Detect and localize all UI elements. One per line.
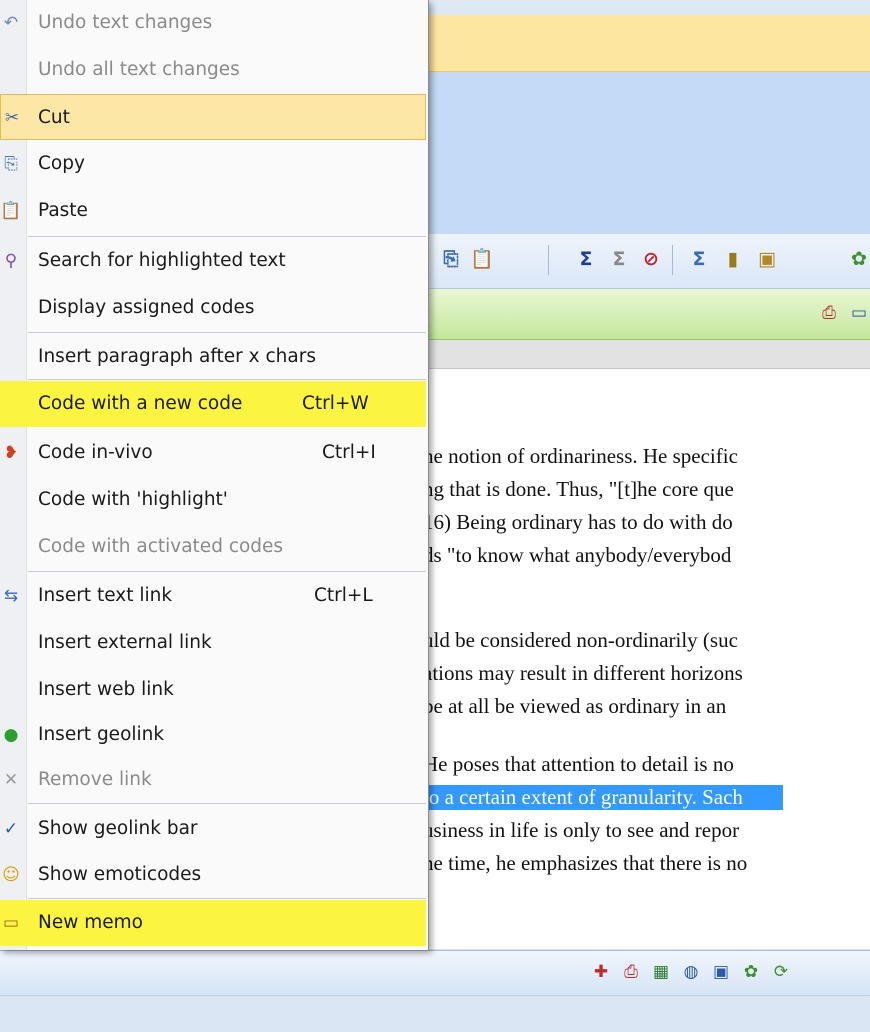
- menu-item-label: Show emoticodes: [38, 864, 202, 885]
- menu-item-label: Remove link: [38, 769, 152, 790]
- menu-item-insert-web-link[interactable]: Insert web link: [0, 667, 426, 713]
- export-icon[interactable]: ▭: [848, 302, 870, 324]
- menu-item-label: Copy: [38, 153, 85, 174]
- undo-icon: ↶: [3, 13, 19, 33]
- document-line: usiness in life is only to see and repor: [423, 818, 740, 842]
- menu-separator: [28, 236, 426, 237]
- selected-text-line: to a certain extent of granularity. Sach: [423, 785, 783, 810]
- menu-item-label: Show geolink bar: [38, 818, 198, 839]
- menu-item-label: Code with activated codes: [38, 536, 284, 557]
- menu-item-code-in-vivo[interactable]: ❥ Code in-vivo Ctrl+I: [0, 430, 426, 476]
- menu-separator: [28, 332, 426, 333]
- menu-item-insert-external-link[interactable]: Insert external link: [0, 620, 426, 666]
- status-bar: [0, 995, 870, 1032]
- cross-icon[interactable]: ✚: [590, 961, 612, 983]
- document-line: he notion of ordinariness. He specific: [423, 444, 738, 468]
- paste-toolbar-icon[interactable]: 📋: [470, 248, 494, 270]
- tag-icon[interactable]: ✿: [848, 248, 870, 270]
- code-list-icon[interactable]: Σ: [608, 248, 630, 270]
- menu-item-label: Undo text changes: [38, 12, 213, 33]
- tag-icon[interactable]: ✿: [740, 961, 762, 983]
- menu-item-show-geolink-bar[interactable]: ✓ Show geolink bar: [0, 806, 426, 852]
- menu-item-label: Code with a new code: [38, 393, 243, 414]
- menu-item-show-emoticodes[interactable]: ☺ Show emoticodes: [0, 852, 426, 898]
- memo-icon: ▭: [2, 913, 20, 933]
- menu-item-shortcut: Ctrl+W: [302, 393, 369, 414]
- toolbar-separator: [548, 245, 549, 275]
- menu-item-label: Insert paragraph after x chars: [38, 346, 316, 367]
- menu-item-label: Cut: [38, 107, 70, 128]
- document-line: ds "to know what anybody/everybod: [423, 543, 732, 567]
- menu-item-label: Undo all text changes: [38, 59, 240, 80]
- menu-item-label: Insert external link: [38, 632, 212, 653]
- search-icon: ⚲: [4, 251, 18, 271]
- menu-item-label: Search for highlighted text: [38, 250, 286, 271]
- paste-icon: 📋: [0, 201, 22, 221]
- document-line: 16) Being ordinary has to do with do: [423, 510, 733, 534]
- document-line: he time, he emphasizes that there is no: [423, 851, 748, 875]
- context-menu: ↶ Undo text changes Undo all text change…: [0, 0, 429, 950]
- menu-item-display-assigned-codes[interactable]: Display assigned codes: [0, 285, 426, 331]
- menu-item-label: Paste: [38, 200, 88, 221]
- document-line: uld be considered non-ordinarily (suc: [423, 628, 738, 652]
- remove-link-icon: ✕: [3, 770, 19, 790]
- menu-item-label: Code in-vivo: [38, 442, 153, 463]
- menu-item-remove-link[interactable]: ✕ Remove link: [0, 757, 426, 803]
- menu-item-undo-all-text-changes[interactable]: Undo all text changes: [0, 47, 426, 93]
- print-icon[interactable]: ⎙: [818, 302, 840, 324]
- menu-item-code-with-highlight[interactable]: Code with 'highlight': [0, 477, 426, 523]
- menu-separator: [28, 571, 426, 572]
- menu-item-code-with-activated-codes[interactable]: Code with activated codes: [0, 524, 426, 570]
- menu-item-copy[interactable]: ⎘ Copy: [0, 141, 426, 187]
- menu-item-shortcut: Ctrl+L: [314, 585, 373, 606]
- menu-item-insert-paragraph[interactable]: Insert paragraph after x chars: [0, 334, 426, 380]
- menu-item-label: Insert web link: [38, 679, 174, 700]
- menu-item-code-with-new-code[interactable]: Code with a new code Ctrl+W: [0, 381, 426, 427]
- menu-item-label: Insert geolink: [38, 724, 165, 745]
- menu-item-undo-text-changes[interactable]: ↶ Undo text changes: [0, 0, 426, 46]
- remove-code-icon[interactable]: ⊘: [640, 248, 662, 270]
- export-icon[interactable]: ▣: [710, 961, 732, 983]
- sum-icon[interactable]: Σ: [575, 248, 597, 270]
- spreadsheet-icon[interactable]: ▦: [650, 961, 672, 983]
- copy-icon: ⎘: [4, 154, 18, 174]
- menu-item-label: Display assigned codes: [38, 297, 255, 318]
- emoticon-icon: ☺: [2, 865, 20, 885]
- document-line: ations may result in different horizons: [423, 661, 743, 685]
- checkmark-icon: ✓: [3, 819, 19, 839]
- memo-toolbar-icon[interactable]: ▣: [756, 248, 778, 270]
- refresh-icon[interactable]: ⟳: [770, 961, 792, 983]
- toolbar-separator: [672, 245, 673, 275]
- print-icon[interactable]: ⎙: [620, 961, 642, 983]
- code-browser-icon[interactable]: Σ: [688, 248, 710, 270]
- menu-item-label: Insert text link: [38, 585, 173, 606]
- menu-item-shortcut: Ctrl+I: [322, 442, 376, 463]
- document-line: He poses that attention to detail is no: [423, 752, 734, 776]
- scissors-icon: ✂: [4, 108, 20, 128]
- menu-item-new-memo[interactable]: ▭ New memo: [0, 900, 426, 946]
- menu-separator: [28, 803, 426, 804]
- menu-item-paste[interactable]: 📋 Paste: [0, 188, 426, 234]
- menu-separator: [28, 379, 426, 380]
- copy-toolbar-icon[interactable]: ⎘: [440, 248, 462, 270]
- book-icon[interactable]: ▮: [722, 248, 744, 270]
- menu-item-search-highlighted-text[interactable]: ⚲ Search for highlighted text: [0, 238, 426, 284]
- menu-separator: [28, 898, 426, 899]
- menu-item-label: Code with 'highlight': [38, 489, 228, 510]
- menu-item-label: New memo: [38, 912, 143, 933]
- text-link-icon: ⇆: [3, 586, 19, 606]
- globe-icon[interactable]: ◍: [680, 961, 702, 983]
- menu-item-cut[interactable]: ✂ Cut: [0, 94, 426, 140]
- menu-item-insert-text-link[interactable]: ⇆ Insert text link Ctrl+L: [0, 573, 426, 619]
- document-line: ng that is done. Thus, "[t]he core que: [423, 477, 734, 501]
- code-invivo-icon: ❥: [3, 443, 19, 463]
- menu-item-insert-geolink[interactable]: ● Insert geolink: [0, 712, 426, 758]
- document-line: be at all be viewed as ordinary in an: [423, 694, 727, 718]
- geolink-icon: ●: [3, 725, 19, 745]
